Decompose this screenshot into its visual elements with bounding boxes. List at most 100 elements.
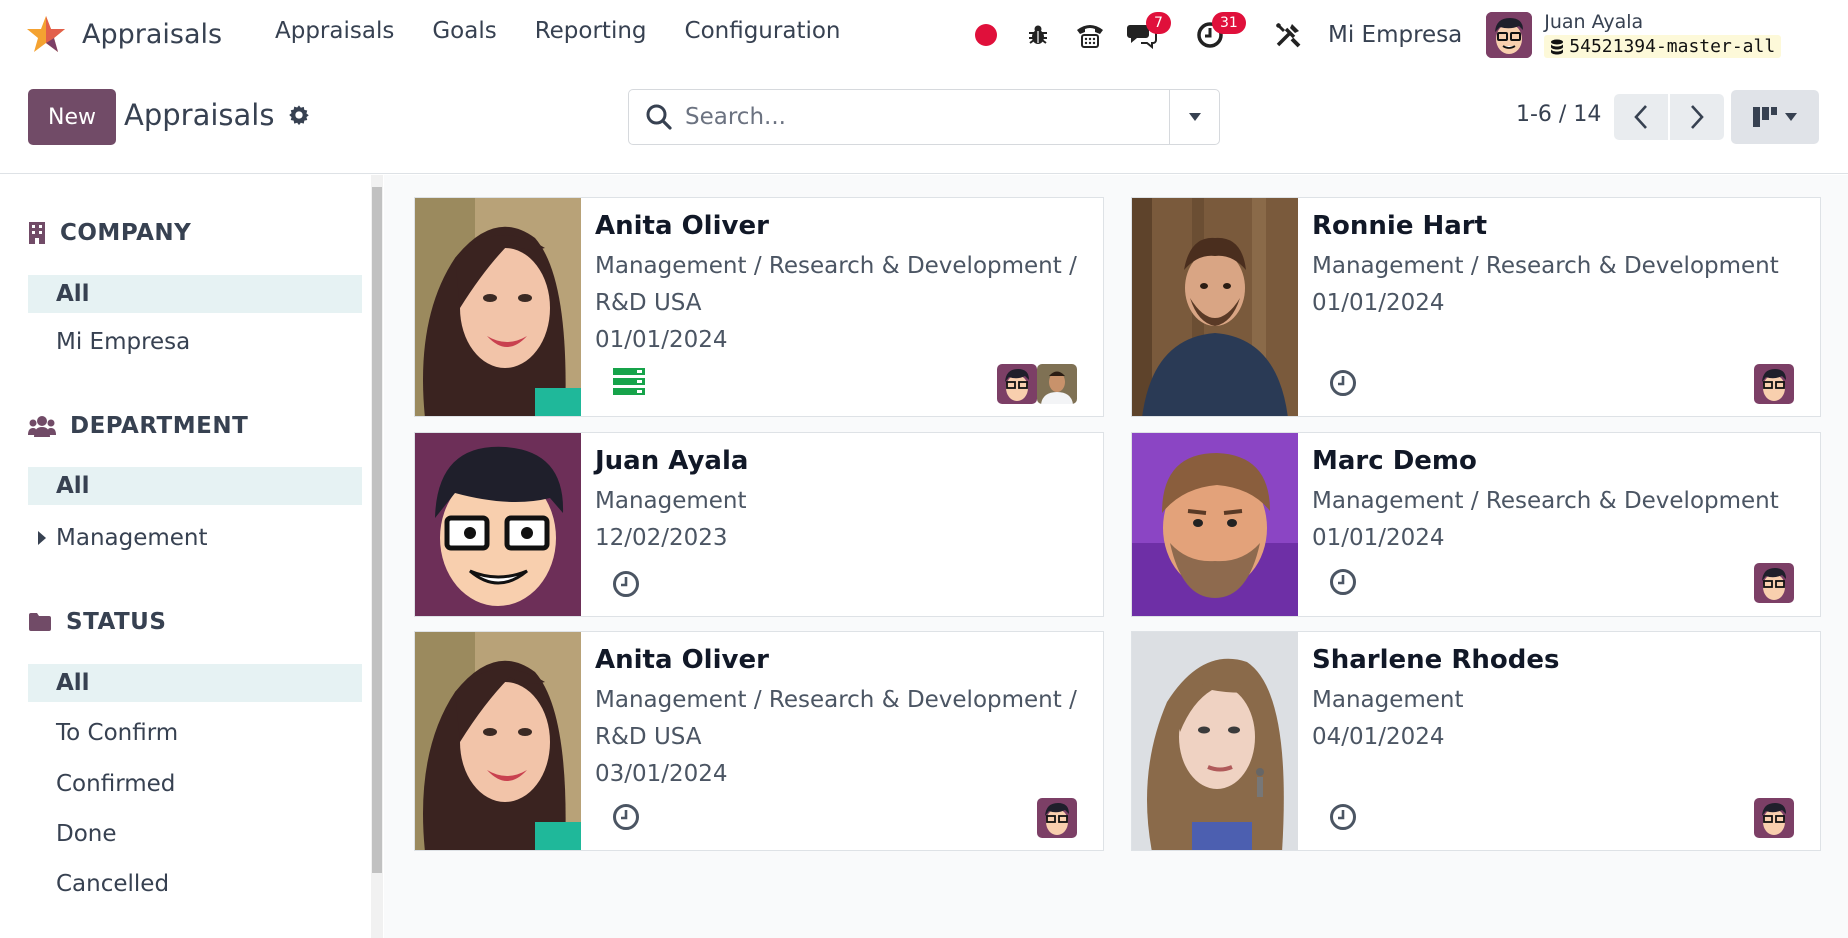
activity-clock-icon[interactable] <box>611 569 641 599</box>
activities-count-badge: 31 <box>1212 12 1246 34</box>
pager-next-button[interactable] <box>1670 94 1724 140</box>
user-info[interactable]: Juan Ayala 54521394-master-all <box>1544 11 1782 58</box>
status-section-header: STATUS <box>28 609 166 635</box>
avatar[interactable] <box>1754 798 1794 838</box>
company-section-title: COMPANY <box>60 220 192 246</box>
company-switcher[interactable]: Mi Empresa <box>1328 22 1462 48</box>
user-avatar[interactable] <box>1486 12 1533 58</box>
employee-name: Anita Oliver <box>595 645 769 675</box>
caret-down-icon <box>1785 113 1797 121</box>
menu-appraisals[interactable]: Appraisals <box>256 18 413 44</box>
employee-name: Anita Oliver <box>595 211 769 241</box>
voip-button[interactable] <box>1064 10 1116 60</box>
avatar[interactable] <box>1754 364 1794 404</box>
company-filter-mi-empresa[interactable]: Mi Empresa <box>28 323 362 361</box>
status-filter-all[interactable]: All <box>28 664 362 702</box>
department-path: Management / Research & Development / <box>595 253 1077 279</box>
activity-tasks-icon[interactable] <box>613 368 645 396</box>
phone-icon <box>1077 25 1103 48</box>
status-filter-to-confirm[interactable]: To Confirm <box>28 714 362 752</box>
kanban-card[interactable]: Ronnie Hart Management / Research & Deve… <box>1131 197 1821 417</box>
department-path: Management / Research & Development <box>1312 253 1779 279</box>
department-path-cont: R&D USA <box>595 290 702 316</box>
recording-indicator[interactable] <box>960 10 1012 60</box>
record-dot-icon <box>975 24 997 46</box>
new-button[interactable]: New <box>28 89 116 145</box>
evaluator-avatars <box>1754 798 1794 838</box>
search-bar[interactable]: Search... <box>628 89 1220 145</box>
search-icon <box>646 104 672 130</box>
card-body: Marc Demo Management / Research & Develo… <box>1298 433 1820 616</box>
kanban-card[interactable]: Anita Oliver Management / Research & Dev… <box>414 631 1104 851</box>
top-navbar: Appraisals Appraisals Goals Reporting Co… <box>0 0 1848 70</box>
card-body: Ronnie Hart Management / Research & Deve… <box>1298 198 1820 416</box>
users-icon <box>28 416 56 437</box>
debug-button[interactable] <box>1012 10 1064 60</box>
settings-tools-button[interactable] <box>1262 10 1314 60</box>
department-path: Management / Research & Development / <box>595 687 1077 713</box>
company-section-header: COMPANY <box>28 220 191 246</box>
database-badge: 54521394-master-all <box>1544 35 1782 58</box>
kanban-view: Anita Oliver Management / Research & Dev… <box>384 175 1848 938</box>
appraisal-date: 01/01/2024 <box>1312 525 1445 551</box>
activity-clock-icon[interactable] <box>611 802 641 832</box>
card-body: Juan Ayala Management 12/02/2023 <box>581 433 1103 616</box>
sidebar-scrollbar-thumb[interactable] <box>372 187 382 873</box>
card-body: Sharlene Rhodes Management 04/01/2024 <box>1298 632 1820 850</box>
kanban-card[interactable]: Anita Oliver Management / Research & Dev… <box>414 197 1104 417</box>
employee-photo <box>415 632 581 850</box>
avatar[interactable] <box>997 364 1037 404</box>
messages-count-badge: 7 <box>1146 12 1171 34</box>
evaluator-avatars <box>1037 798 1077 838</box>
menu-reporting[interactable]: Reporting <box>516 18 666 44</box>
database-icon <box>1551 39 1564 54</box>
status-filter-cancelled[interactable]: Cancelled <box>28 865 362 903</box>
pager-value[interactable]: 1-6 / 14 <box>1516 102 1601 127</box>
messaging-button[interactable]: 7 <box>1116 10 1171 60</box>
search-options-toggle[interactable] <box>1169 90 1219 144</box>
odoo-star-logo-icon[interactable] <box>26 14 66 54</box>
department-path: Management <box>595 488 747 514</box>
employee-name: Marc Demo <box>1312 446 1477 476</box>
app-name[interactable]: Appraisals <box>82 19 222 50</box>
tools-icon <box>1275 22 1301 48</box>
activity-clock-icon[interactable] <box>1328 567 1358 597</box>
building-icon <box>29 222 45 244</box>
department-filter-management[interactable]: Management <box>28 519 362 557</box>
status-filter-confirmed[interactable]: Confirmed <box>28 765 362 803</box>
search-input[interactable]: Search... <box>685 104 1169 130</box>
employee-photo <box>1132 433 1298 616</box>
avatar[interactable] <box>1037 364 1077 404</box>
status-filter-done[interactable]: Done <box>28 815 362 853</box>
database-name: 54521394-master-all <box>1569 36 1776 57</box>
kanban-card[interactable]: Sharlene Rhodes Management 04/01/2024 <box>1131 631 1821 851</box>
evaluator-avatars <box>1754 563 1794 603</box>
kanban-view-icon <box>1753 107 1777 127</box>
caret-right-icon[interactable] <box>38 531 46 545</box>
view-switcher-button[interactable] <box>1731 90 1819 144</box>
menu-configuration[interactable]: Configuration <box>666 18 860 44</box>
bug-icon <box>1029 25 1047 44</box>
appraisal-date: 01/01/2024 <box>595 327 728 353</box>
activities-button[interactable]: 31 <box>1184 10 1246 60</box>
employee-photo <box>1132 632 1298 850</box>
activity-clock-icon[interactable] <box>1328 802 1358 832</box>
gear-icon[interactable] <box>288 104 310 126</box>
avatar[interactable] <box>1754 563 1794 603</box>
activity-clock-icon[interactable] <box>1328 368 1358 398</box>
chevron-right-icon <box>1691 105 1704 129</box>
employee-photo <box>415 198 581 416</box>
department-section-header: DEPARTMENT <box>28 413 248 439</box>
pager-previous-button[interactable] <box>1614 94 1668 140</box>
app-brand[interactable]: Appraisals <box>26 14 222 54</box>
department-path-cont: R&D USA <box>595 724 702 750</box>
user-name: Juan Ayala <box>1544 11 1644 33</box>
kanban-card[interactable]: Juan Ayala Management 12/02/2023 <box>414 432 1104 617</box>
company-filter-all[interactable]: All <box>28 275 362 313</box>
department-filter-all[interactable]: All <box>28 467 362 505</box>
card-body: Anita Oliver Management / Research & Dev… <box>581 632 1103 850</box>
avatar[interactable] <box>1037 798 1077 838</box>
department-section-title: DEPARTMENT <box>70 413 249 439</box>
kanban-card[interactable]: Marc Demo Management / Research & Develo… <box>1131 432 1821 617</box>
menu-goals[interactable]: Goals <box>413 18 515 44</box>
